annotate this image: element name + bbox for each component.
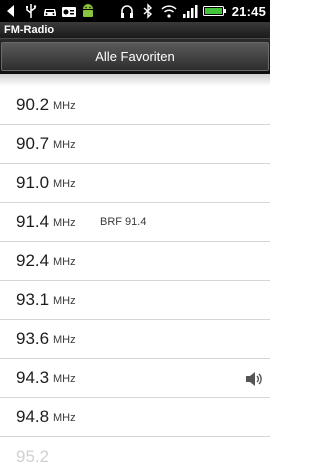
frequency-unit: MHz bbox=[53, 256, 76, 268]
station-frequency: 94.8 bbox=[16, 407, 50, 426]
frequency-unit: MHz bbox=[53, 295, 76, 307]
station-frequency: 90.2 bbox=[16, 95, 50, 114]
station-list[interactable]: 90.2 MHz 90.7 MHz 91.0 MHz 91.4 MHz BRF … bbox=[0, 86, 270, 476]
status-right-icons: 21:45 bbox=[119, 3, 266, 19]
status-bar: 21:45 bbox=[0, 0, 270, 22]
station-frequency: 90.7 bbox=[16, 134, 50, 153]
station-frequency: 95.2 bbox=[16, 447, 50, 466]
station-frequency: 93.6 bbox=[16, 329, 50, 348]
station-frequency: 91.4 bbox=[16, 212, 50, 231]
station-frequency: 94.3 bbox=[16, 368, 50, 387]
frequency-unit: MHz bbox=[53, 373, 76, 385]
status-left-icons bbox=[4, 3, 96, 19]
tab-all-favorites[interactable]: Alle Favoriten bbox=[1, 42, 269, 71]
frequency-unit: MHz bbox=[53, 178, 76, 190]
frequency-unit: MHz bbox=[53, 139, 76, 151]
station-row[interactable]: 90.7 MHz bbox=[0, 125, 270, 164]
radio-icon bbox=[62, 7, 76, 17]
station-frequency: 91.0 bbox=[16, 173, 50, 192]
bluetooth-icon bbox=[143, 3, 152, 19]
station-row-playing[interactable]: 94.3 MHz bbox=[0, 359, 270, 398]
app-title: FM-Radio bbox=[0, 22, 270, 38]
usb-icon bbox=[26, 4, 37, 18]
station-frequency: 92.4 bbox=[16, 251, 50, 270]
station-frequency: 93.1 bbox=[16, 290, 50, 309]
frequency-unit: MHz bbox=[53, 412, 76, 424]
station-row-partial[interactable]: 95.2 bbox=[0, 437, 270, 476]
headset-icon bbox=[120, 5, 133, 18]
station-row[interactable]: 93.6 MHz bbox=[0, 320, 270, 359]
back-icon bbox=[7, 5, 14, 17]
car-icon bbox=[44, 9, 56, 16]
frequency-unit: MHz bbox=[53, 217, 76, 229]
status-clock: 21:45 bbox=[231, 3, 266, 19]
station-row[interactable]: 94.8 MHz bbox=[0, 398, 270, 437]
station-row[interactable]: 90.2 MHz bbox=[0, 86, 270, 125]
speaker-icon bbox=[246, 372, 262, 386]
station-row[interactable]: 93.1 MHz bbox=[0, 281, 270, 320]
signal-icon bbox=[182, 5, 198, 18]
frequency-unit: MHz bbox=[53, 334, 76, 346]
station-row[interactable]: 91.0 MHz bbox=[0, 164, 270, 203]
frequency-unit: MHz bbox=[53, 100, 76, 112]
favorites-header: Alle Favoriten bbox=[0, 38, 270, 74]
station-row[interactable]: 92.4 MHz bbox=[0, 242, 270, 281]
wifi-icon bbox=[161, 5, 177, 18]
header-shadow bbox=[0, 74, 270, 86]
station-name: BRF 91.4 bbox=[100, 216, 147, 228]
battery-icon bbox=[202, 6, 226, 16]
station-row[interactable]: 91.4 MHz BRF 91.4 bbox=[0, 203, 270, 242]
android-icon bbox=[83, 4, 93, 17]
